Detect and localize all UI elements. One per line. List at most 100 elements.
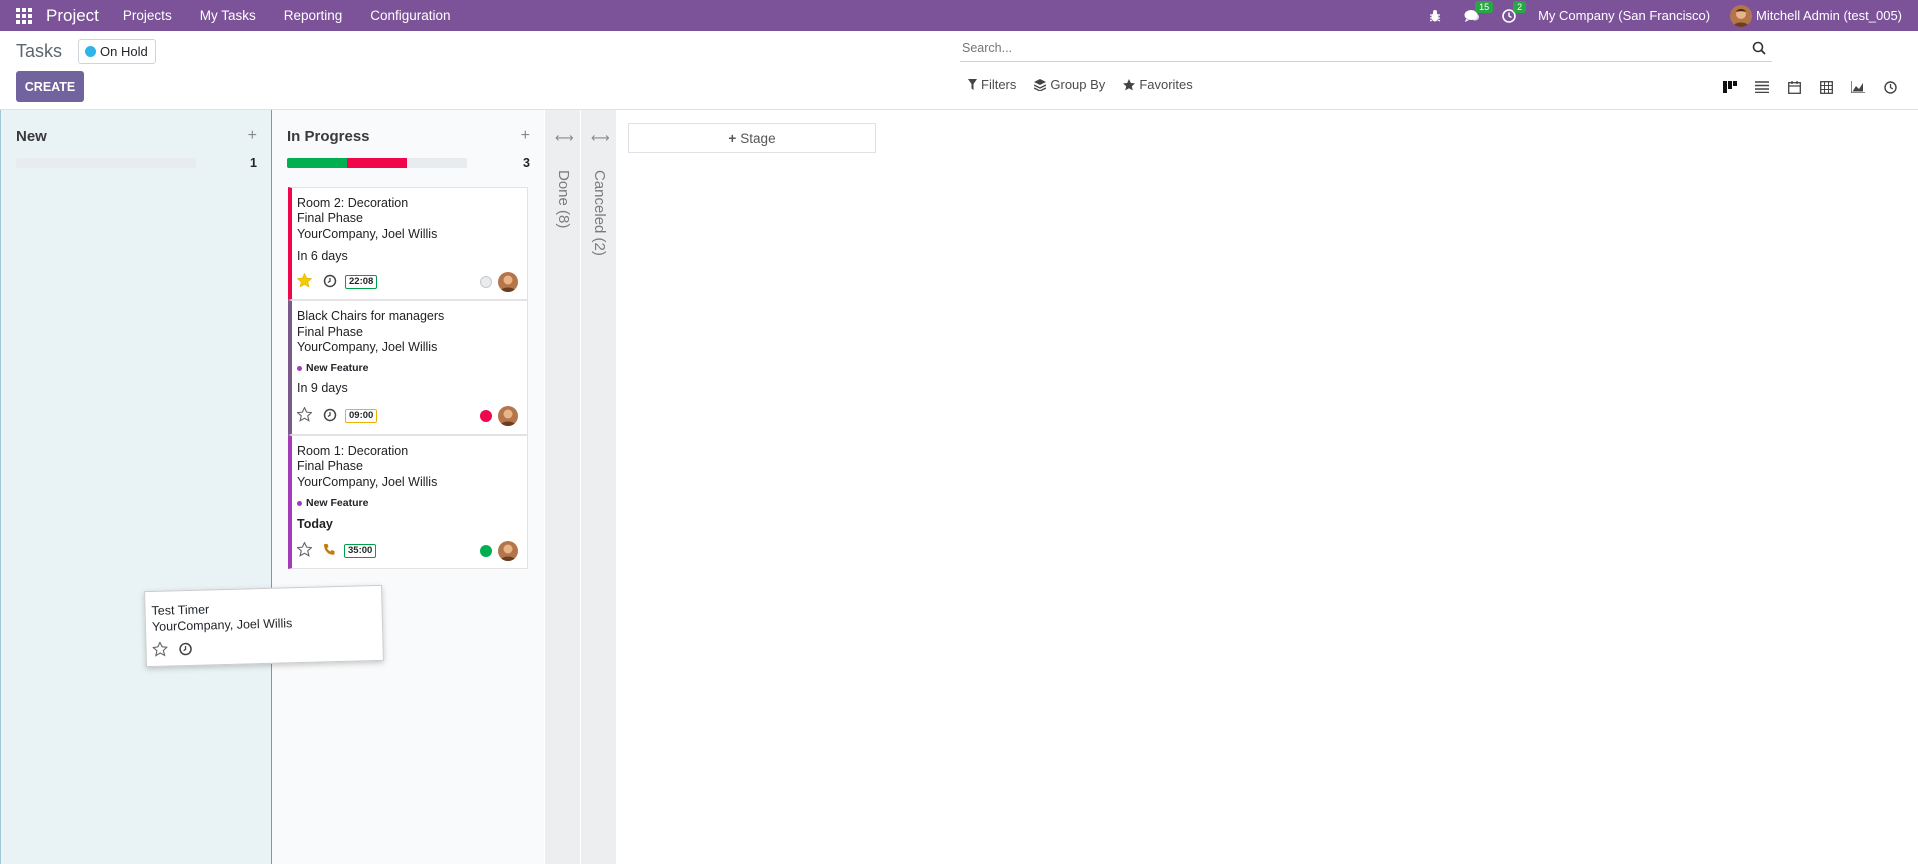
company-switcher[interactable]: My Company (San Francisco)	[1538, 8, 1710, 23]
search-bar	[960, 36, 1772, 62]
app-brand[interactable]: Project	[46, 6, 99, 26]
filters-button[interactable]: Filters	[968, 77, 1016, 92]
activity-phone-icon[interactable]	[323, 543, 336, 559]
top-navbar: Project Projects My Tasks Reporting Conf…	[0, 0, 1918, 31]
kanban-column-in-progress[interactable]: In Progress + 3 Room 2: Decoration Final…	[272, 110, 544, 864]
quick-create-plus-icon[interactable]: +	[248, 127, 257, 145]
folded-column-label: Done (8)	[555, 170, 572, 229]
assignee-avatar[interactable]	[498, 272, 518, 292]
calendar-view-icon[interactable]	[1778, 75, 1810, 99]
card-subtitle: Final Phase	[297, 325, 364, 339]
search-input[interactable]	[960, 36, 1740, 60]
search-icon[interactable]	[1752, 41, 1766, 58]
expand-arrows-icon[interactable]: ⟷	[591, 130, 610, 146]
card-title: Room 1: Decoration	[297, 444, 409, 458]
folded-column-canceled[interactable]: ⟷ Canceled (2)	[580, 110, 616, 864]
kanban-state-blocked[interactable]	[480, 410, 492, 422]
card-customer: YourCompany, Joel Willis	[297, 227, 438, 241]
priority-star-icon[interactable]	[296, 406, 313, 425]
progress-blocked-segment[interactable]	[346, 158, 407, 168]
folded-column-done[interactable]: ⟷ Done (8)	[544, 110, 580, 864]
card-customer: YourCompany, Joel Willis	[151, 616, 293, 634]
card-customer: YourCompany, Joel Willis	[297, 340, 438, 354]
kanban-state-normal[interactable]	[480, 276, 492, 288]
timer-badge: 09:00	[345, 409, 378, 423]
funnel-icon	[968, 79, 977, 90]
activity-clock-icon[interactable]	[323, 274, 337, 291]
folded-column-label: Canceled (2)	[591, 170, 608, 256]
activity-clock-icon[interactable]	[178, 641, 192, 658]
group-by-label: Group By	[1050, 77, 1106, 92]
menu-configuration[interactable]: Configuration	[370, 8, 450, 23]
favorites-label: Favorites	[1139, 77, 1193, 92]
view-switcher	[1714, 75, 1906, 99]
apps-menu-icon[interactable]	[16, 7, 34, 24]
graph-view-icon[interactable]	[1842, 75, 1874, 99]
control-panel: Tasks On Hold CREATE Filters Group By Fa…	[0, 31, 1918, 110]
card-subtitle: Final Phase	[297, 211, 364, 225]
card-tag[interactable]: New Feature	[297, 362, 368, 374]
user-name: Mitchell Admin (test_005)	[1756, 8, 1902, 23]
kanban-board: New + 1 In Progress + 3 Room 2: Decorati…	[0, 110, 1918, 864]
card-title: Black Chairs for managers	[297, 309, 445, 323]
timer-badge: 35:00	[344, 544, 377, 558]
task-card[interactable]: Room 2: Decoration Final Phase YourCompa…	[288, 187, 528, 300]
list-view-icon[interactable]	[1746, 75, 1778, 99]
search-panel-toggles: Filters Group By Favorites	[968, 77, 1211, 92]
messages-icon[interactable]: 15	[1464, 0, 1494, 23]
card-title: Test Timer	[151, 602, 210, 618]
card-deadline: In 9 days	[297, 381, 348, 395]
menu-projects[interactable]: Projects	[123, 8, 172, 23]
column-count: 1	[250, 156, 257, 170]
layers-icon	[1034, 78, 1047, 91]
user-menu[interactable]: Mitchell Admin (test_005)	[1730, 4, 1902, 27]
kanban-state-done[interactable]	[480, 545, 492, 557]
quick-create-plus-icon[interactable]: +	[521, 127, 530, 145]
column-progress-bar[interactable]	[287, 158, 467, 168]
card-deadline: Today	[297, 517, 333, 531]
tag-color-dot	[297, 365, 302, 371]
assignee-avatar[interactable]	[498, 406, 518, 426]
messages-badge: 15	[1475, 0, 1494, 13]
favorites-button[interactable]: Favorites	[1123, 77, 1193, 92]
activities-clock-icon[interactable]: 2	[1502, 0, 1527, 23]
priority-star-icon[interactable]	[296, 272, 313, 291]
create-button[interactable]: CREATE	[16, 71, 84, 102]
expand-arrows-icon[interactable]: ⟷	[555, 130, 574, 146]
activity-clock-icon[interactable]	[323, 408, 337, 425]
dragged-task-card[interactable]: Test Timer YourCompany, Joel Willis	[144, 584, 384, 668]
add-stage-button[interactable]: + Stage	[628, 123, 876, 153]
on-hold-facet[interactable]: On Hold	[78, 39, 156, 64]
tag-color-dot	[297, 500, 302, 506]
tag-label: New Feature	[306, 497, 369, 509]
page-title: Tasks	[16, 41, 63, 61]
assignee-avatar[interactable]	[498, 541, 518, 561]
task-card[interactable]: Black Chairs for managers Final Phase Yo…	[288, 300, 528, 435]
column-progress-bar[interactable]	[16, 158, 196, 168]
card-deadline: In 6 days	[297, 249, 348, 263]
priority-star-icon[interactable]	[151, 641, 169, 660]
menu-reporting[interactable]: Reporting	[284, 8, 343, 23]
user-avatar	[1730, 4, 1753, 27]
activities-badge: 2	[1513, 0, 1527, 13]
bug-icon[interactable]	[1428, 9, 1442, 23]
add-stage-label: Stage	[740, 130, 776, 146]
priority-star-icon[interactable]	[296, 541, 313, 560]
card-tag[interactable]: New Feature	[297, 497, 368, 509]
timer-badge: 22:08	[345, 275, 378, 289]
progress-ok-segment[interactable]	[287, 158, 347, 168]
pivot-view-icon[interactable]	[1810, 75, 1842, 99]
on-hold-label: On Hold	[100, 44, 148, 59]
menu-my-tasks[interactable]: My Tasks	[200, 8, 256, 23]
column-title: In Progress	[287, 128, 370, 145]
column-count: 3	[523, 156, 530, 170]
kanban-column-new[interactable]: New + 1	[0, 110, 272, 864]
filters-label: Filters	[981, 77, 1017, 92]
activity-view-icon[interactable]	[1874, 75, 1906, 99]
task-card[interactable]: Room 1: Decoration Final Phase YourCompa…	[288, 435, 528, 569]
group-by-button[interactable]: Group By	[1034, 77, 1105, 92]
plus-icon: +	[728, 130, 737, 146]
star-icon	[1123, 78, 1136, 90]
kanban-view-icon[interactable]	[1714, 75, 1746, 99]
on-hold-dot-icon	[85, 46, 96, 57]
